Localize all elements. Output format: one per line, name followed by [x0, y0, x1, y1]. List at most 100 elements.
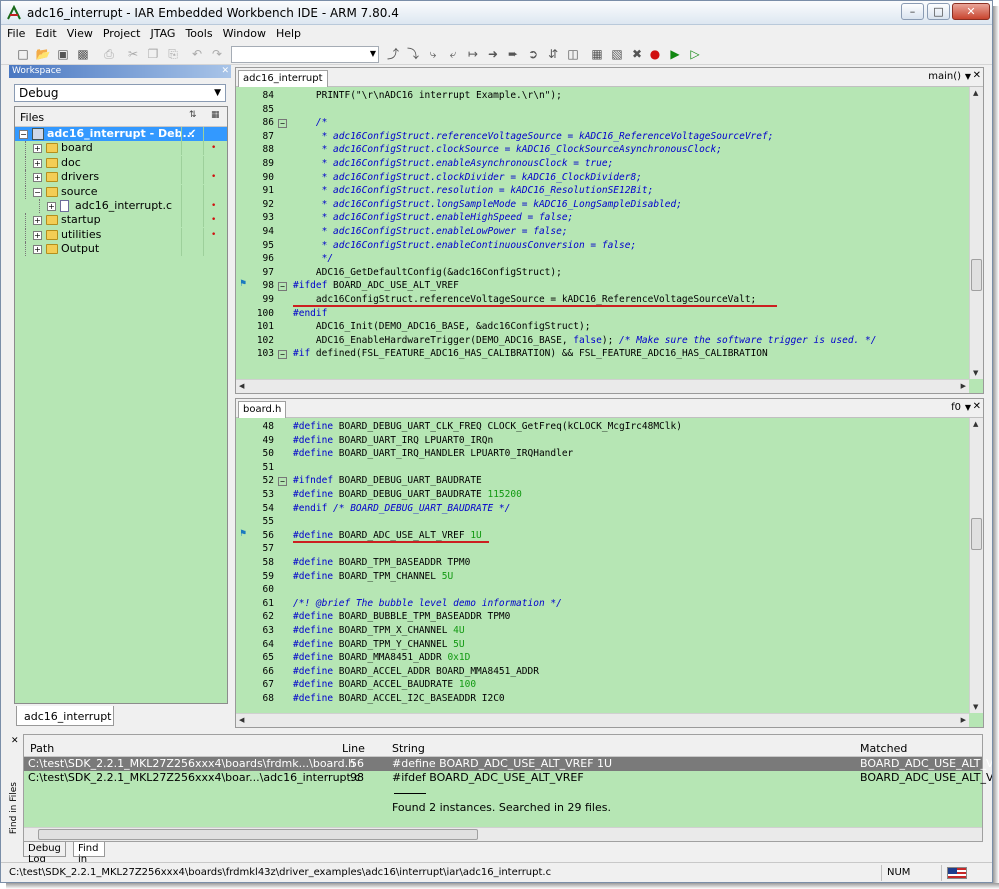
bookmark-next-icon[interactable]: ➲	[525, 46, 541, 62]
expand-icon[interactable]: +	[33, 216, 42, 226]
result-row[interactable]: C:\test\SDK_2.2.1_MKL27Z256xxx4\boards\f…	[24, 757, 992, 771]
horizontal-scrollbar[interactable]: ◀ ▶	[236, 713, 969, 727]
browse-icon[interactable]: ◫	[565, 46, 581, 62]
scroll-thumb[interactable]	[971, 259, 982, 291]
function-navigator[interactable]: main()	[928, 71, 961, 82]
expand-icon[interactable]: +	[33, 173, 42, 183]
compile-icon[interactable]: ▦	[589, 46, 605, 62]
new-file-icon[interactable]: □	[15, 46, 31, 62]
undo-icon[interactable]: ↶	[189, 46, 205, 62]
tab-find-in-files[interactable]: Find in Files	[73, 842, 105, 876]
fold-toggle-icon[interactable]: −	[278, 119, 287, 129]
chevron-down-icon[interactable]: ▼	[965, 403, 971, 412]
navigate-icon[interactable]: ⇵	[545, 46, 561, 62]
replace-icon[interactable]: ⤶	[445, 46, 461, 62]
bookmark-toggle-icon[interactable]: ➜	[485, 46, 501, 62]
stop-build-icon[interactable]: ✖	[629, 46, 645, 62]
close-icon[interactable]: ✕	[973, 401, 981, 412]
paste-icon[interactable]: ⎘	[165, 46, 181, 62]
scroll-down-icon[interactable]: ▼	[973, 369, 978, 377]
menu-view[interactable]: View	[61, 25, 97, 40]
tree-item[interactable]: + drivers •	[15, 170, 227, 185]
horizontal-scrollbar[interactable]: ◀ ▶	[236, 379, 969, 393]
tree-item[interactable]: + board •	[15, 141, 227, 156]
search-forward-icon[interactable]: ⤴	[385, 46, 401, 62]
close-button[interactable]: ✕	[952, 3, 990, 20]
build-column-icon[interactable]: ⇅	[189, 110, 197, 120]
menu-project[interactable]: Project	[97, 25, 145, 40]
breakpoint-icon[interactable]: ●	[647, 46, 663, 62]
tree-item[interactable]: + utilities •	[15, 227, 227, 242]
collapse-icon[interactable]: −	[33, 187, 42, 197]
editor-tab[interactable]: board.h	[238, 401, 287, 418]
print-icon[interactable]: ⎙	[101, 46, 117, 62]
scroll-up-icon[interactable]: ▲	[973, 89, 978, 97]
configuration-select[interactable]: Debug ▼	[14, 84, 226, 102]
minimize-button[interactable]: –	[901, 3, 924, 20]
fold-toggle-icon[interactable]: −	[278, 477, 287, 487]
close-icon[interactable]: ✕	[221, 66, 229, 76]
expand-icon[interactable]: +	[47, 201, 56, 211]
find-icon[interactable]: ⤷	[425, 46, 441, 62]
redo-icon[interactable]: ↷	[209, 46, 225, 62]
download-debug-icon[interactable]: ▶	[667, 46, 683, 62]
tree-item[interactable]: − adc16_interrupt - Deb... ✔	[15, 127, 227, 142]
tree-item[interactable]: + adc16_interrupt.c •	[15, 198, 227, 213]
function-navigator[interactable]: f0	[951, 402, 961, 413]
fold-toggle-icon[interactable]: −	[278, 282, 287, 292]
scroll-up-icon[interactable]: ▲	[973, 420, 978, 428]
title-bar[interactable]: adc16_interrupt - IAR Embedded Workbench…	[1, 1, 992, 25]
scroll-thumb[interactable]	[38, 829, 478, 840]
header-matched[interactable]: Matched	[860, 742, 907, 755]
modified-column-icon[interactable]: ▦	[211, 110, 220, 120]
close-icon[interactable]: ✕	[973, 70, 981, 81]
workspace-tab[interactable]: adc16_interrupt	[16, 706, 114, 726]
header-path[interactable]: Path	[30, 742, 54, 755]
tree-item[interactable]: + Output	[15, 242, 227, 257]
tree-item[interactable]: − source	[15, 184, 227, 199]
scroll-right-icon[interactable]: ▶	[961, 382, 966, 390]
scroll-right-icon[interactable]: ▶	[961, 716, 966, 724]
fold-toggle-icon[interactable]: −	[278, 350, 287, 360]
code-area[interactable]: 48 #define BOARD_DEBUG_UART_CLK_FREQ CLOC…	[236, 420, 969, 705]
header-string[interactable]: String	[392, 742, 425, 755]
editor-tab[interactable]: adc16_interrupt	[238, 70, 328, 87]
tab-debug-log[interactable]: Debug Log	[23, 842, 66, 865]
cut-icon[interactable]: ✂	[125, 46, 141, 62]
open-folder-icon[interactable]: 📂	[35, 46, 51, 62]
search-back-icon[interactable]: ⤵	[405, 46, 421, 62]
vertical-scrollbar[interactable]: ▲ ▼	[969, 87, 983, 379]
scroll-left-icon[interactable]: ◀	[239, 382, 244, 390]
goto-icon[interactable]: ↦	[465, 46, 481, 62]
collapse-icon[interactable]: −	[19, 130, 28, 139]
debug-no-download-icon[interactable]: ▷	[687, 46, 703, 62]
header-line[interactable]: Line	[342, 742, 365, 755]
scroll-down-icon[interactable]: ▼	[973, 703, 978, 711]
save-all-icon[interactable]: ▩	[75, 46, 91, 62]
expand-icon[interactable]: +	[33, 230, 42, 240]
menu-jtag[interactable]: JTAG	[144, 25, 179, 40]
result-row[interactable]: C:\test\SDK_2.2.1_MKL27Z256xxx4\boar...\…	[24, 771, 992, 785]
menu-window[interactable]: Window	[217, 25, 270, 40]
expand-icon[interactable]: +	[33, 245, 42, 255]
save-icon[interactable]: ▣	[55, 46, 71, 62]
expand-icon[interactable]: +	[33, 158, 42, 168]
find-combo[interactable]: ▼	[231, 46, 379, 63]
expand-icon[interactable]: +	[33, 144, 42, 154]
make-icon[interactable]: ▧	[609, 46, 625, 62]
menu-tools[interactable]: Tools	[179, 25, 216, 40]
vertical-scrollbar[interactable]: ▲ ▼	[969, 418, 983, 713]
code-area[interactable]: 84 PRINTF("\r\nADC16 interrupt Example.\…	[236, 89, 969, 361]
scroll-thumb[interactable]	[971, 518, 982, 550]
copy-icon[interactable]: ❐	[145, 46, 161, 62]
menu-edit[interactable]: Edit	[29, 25, 60, 40]
close-icon[interactable]: ✕	[11, 736, 19, 746]
scroll-left-icon[interactable]: ◀	[239, 716, 244, 724]
tree-item[interactable]: + doc	[15, 155, 227, 170]
menu-file[interactable]: File	[1, 25, 29, 40]
chevron-down-icon[interactable]: ▼	[965, 72, 971, 81]
bookmark-prev-icon[interactable]: ➨	[505, 46, 521, 62]
menu-help[interactable]: Help	[270, 25, 305, 40]
maximize-button[interactable]: □	[927, 3, 950, 20]
tree-item[interactable]: + startup •	[15, 213, 227, 228]
